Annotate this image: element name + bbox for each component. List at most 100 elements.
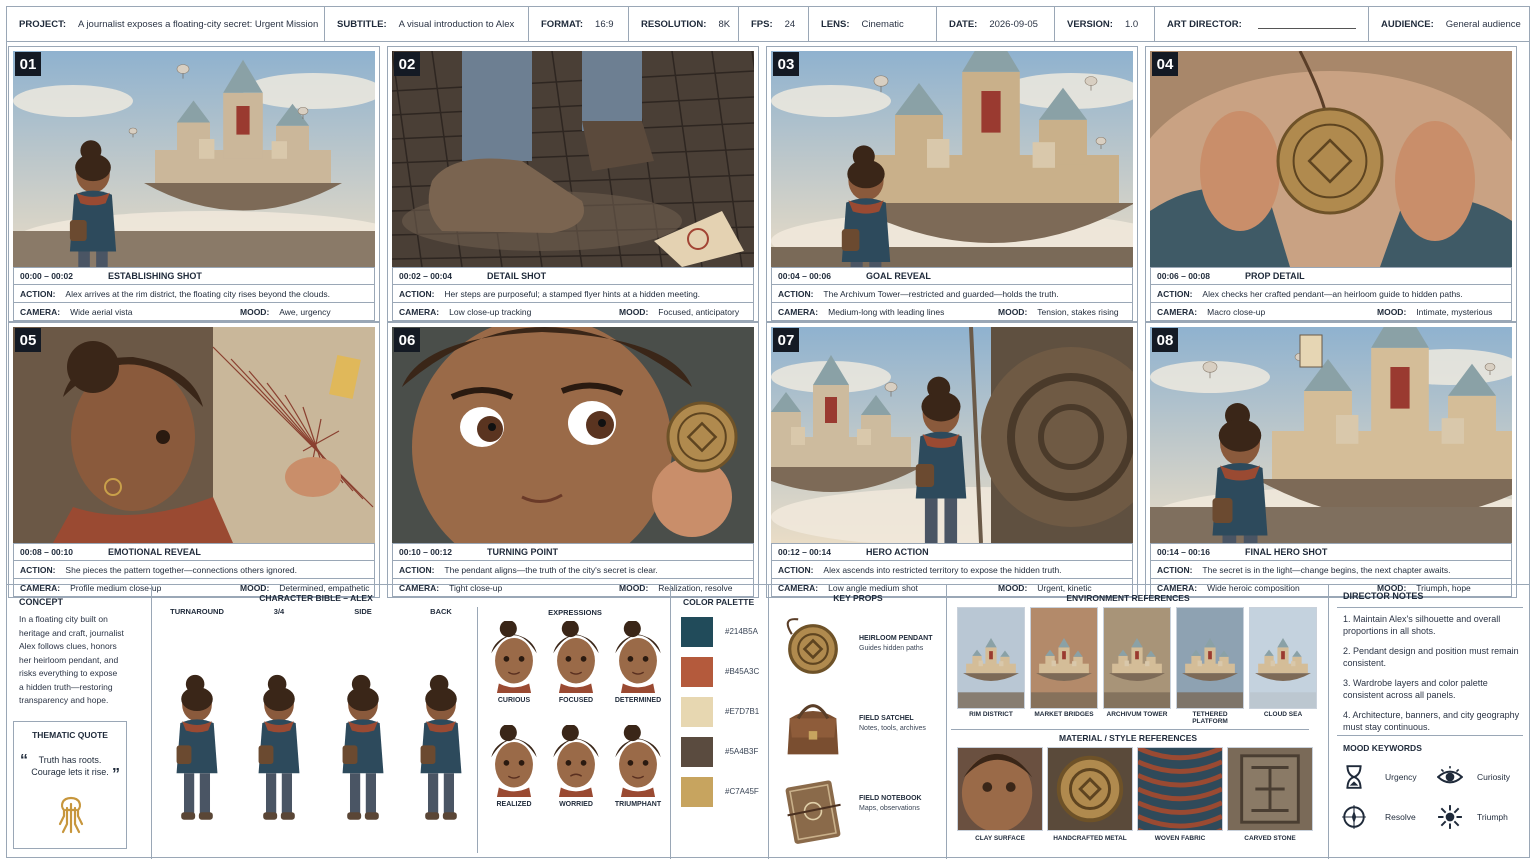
storyboard-panel-01[interactable]: 01 00:00 – 00:02 ESTABLISHING SHOT ACTIO… <box>8 46 380 322</box>
panel-timecode: 00:04 – 00:06 <box>778 271 831 281</box>
panel-number: 02 <box>394 52 420 76</box>
env-label: ARCHIVUM TOWER <box>1106 711 1168 718</box>
prop-item: HEIRLOOM PENDANT Guides hidden paths <box>777 613 943 689</box>
concept-line: her heirloom pendant, and <box>19 654 119 665</box>
panel-action-row: ACTION: The pendant aligns—the truth of … <box>392 561 754 579</box>
storyboard-panel-05[interactable]: 05 00:08 – 00:10 EMOTIONAL REVEAL ACTION… <box>8 322 380 598</box>
palette-hex: #B45A3C <box>725 667 760 676</box>
character-figure <box>342 674 384 820</box>
material-title: MATERIAL / STYLE REFERENCES <box>1058 733 1198 743</box>
env-reference: ARCHIVUM TOWER <box>1103 607 1171 725</box>
palette-hex: #214B5A <box>725 627 758 636</box>
panel-number: 08 <box>1152 328 1178 352</box>
director-note: 3. Wardrobe layers and color palette con… <box>1343 678 1488 700</box>
environment-section: ENVIRONMENT REFERENCES RIM DISTRICT MARK… <box>947 585 1329 859</box>
director-note: 2. Pendant design and position must rema… <box>1343 646 1519 668</box>
expression-label: FOCUSED <box>558 697 594 704</box>
open-quote-icon: “ <box>20 752 28 769</box>
panel-action-row: ACTION: Alex arrives at the rim district… <box>13 285 375 303</box>
panel-action: Alex arrives at the rim district, the fl… <box>65 288 330 299</box>
concept-text: In a floating city built on heritage and … <box>19 613 124 708</box>
mood-keyword: Curiosity <box>1437 763 1529 791</box>
expression-label: REALIZED <box>496 801 532 808</box>
panel-camera: Medium-long with leading lines <box>828 306 945 317</box>
storyboard-panel-04[interactable]: 04 00:06 – 00:08 PROP DETAIL ACTION: Ale… <box>1145 46 1517 322</box>
panel-shot-type: EMOTIONAL REVEAL <box>108 547 201 557</box>
close-quote-icon: ” <box>112 766 120 783</box>
material-reference: WOVEN FABRIC <box>1137 747 1223 851</box>
expression-face <box>553 620 599 693</box>
prop-name: HEIRLOOM PENDANT <box>859 635 933 642</box>
env-reference: RIM DISTRICT <box>957 607 1025 725</box>
expression-label: DETERMINED <box>614 697 662 704</box>
expressions-title: EXPRESSIONS <box>548 608 602 617</box>
eye-icon <box>1437 766 1463 784</box>
environment-title: ENVIRONMENT REFERENCES <box>1066 593 1190 603</box>
thematic-quote-box: THEMATIC QUOTE “ Truth has roots. Courag… <box>13 721 127 849</box>
storyboard-panel-08[interactable]: 08 00:14 – 00:16 FINAL HERO SHOT ACTION:… <box>1145 322 1517 598</box>
character-figure <box>420 674 462 820</box>
panel-header-row: 00:14 – 00:16 FINAL HERO SHOT <box>1150 543 1512 561</box>
view-label: SIDE <box>354 607 372 616</box>
panel-header-row: 00:12 – 00:14 HERO ACTION <box>771 543 1133 561</box>
panel-mood: Focused, anticipatory <box>658 306 740 317</box>
compass-icon <box>1342 805 1366 829</box>
panel-action-row: ACTION: Alex ascends into restricted ter… <box>771 561 1133 579</box>
mood-keyword-label: Resolve <box>1385 812 1416 822</box>
expression-face <box>491 620 537 693</box>
expression-focused: FOCUSED <box>547 620 605 717</box>
concept-line: transparency and hope. <box>19 695 109 705</box>
expression-realized: REALIZED <box>485 724 543 821</box>
mood-keyword-label: Triumph <box>1477 812 1508 822</box>
mood-keyword: Triumph <box>1437 803 1529 831</box>
panel-image <box>771 327 1133 543</box>
env-label: CLOUD SEA <box>1263 711 1303 718</box>
prop-item: FIELD SATCHEL Notes, tools, archives <box>777 693 943 769</box>
palette-swatch <box>681 657 713 687</box>
panel-action-row: ACTION: She pieces the pattern together—… <box>13 561 375 579</box>
action-label: ACTION: <box>399 564 435 575</box>
props-section: KEY PROPS HEIRLOOM PENDANT Guides hidden… <box>769 585 947 859</box>
view-label: 3/4 <box>273 607 285 616</box>
storyboard-panel-06[interactable]: 06 00:10 – 00:12 TURNING POINT ACTION: T… <box>387 322 759 598</box>
director-notes-section: DIRECTOR NOTES 1. Maintain Alex's silhou… <box>1329 585 1529 859</box>
material-label: CLAY SURFACE <box>975 835 1025 842</box>
env-thumbnail <box>1030 607 1098 709</box>
prop-desc: Guides hidden paths <box>859 645 924 652</box>
concept-section: CONCEPT In a floating city built on herit… <box>7 585 133 859</box>
panel-header-row: 00:02 – 00:04 DETAIL SHOT <box>392 267 754 285</box>
panel-action: The secret is in the light—change begins… <box>1202 564 1451 575</box>
panel-number: 04 <box>1152 52 1178 76</box>
prop-item: FIELD NOTEBOOK Maps, observations <box>777 773 943 849</box>
expression-worried: WORRIED <box>547 724 605 821</box>
env-label: MARKET BRIDGES <box>1034 711 1094 718</box>
reference-section: CONCEPT In a floating city built on herit… <box>6 584 1530 859</box>
panel-number: 03 <box>773 52 799 76</box>
panel-header-row: 00:06 – 00:08 PROP DETAIL <box>1150 267 1512 285</box>
panel-image <box>1150 51 1512 267</box>
panel-camera-row: CAMERA: Low close-up tracking MOOD: Focuse… <box>392 303 754 321</box>
env-thumbnail <box>1103 607 1171 709</box>
storyboard-panel-03[interactable]: 03 00:04 – 00:06 GOAL REVEAL ACTION: The… <box>766 46 1138 322</box>
action-label: ACTION: <box>20 288 56 299</box>
action-label: ACTION: <box>778 564 814 575</box>
palette-swatch <box>681 617 713 647</box>
camera-label: CAMERA: <box>20 306 61 317</box>
panel-image <box>1150 327 1512 543</box>
panel-image <box>392 327 754 543</box>
panel-shot-type: FINAL HERO SHOT <box>1245 547 1328 557</box>
panel-camera: Wide aerial vista <box>70 306 133 317</box>
env-label: RIM DISTRICT <box>969 711 1013 718</box>
storyboard-panel-02[interactable]: 02 00:02 – 00:04 DETAIL SHOT ACTION: Her… <box>387 46 759 322</box>
expression-triumphant: TRIUMPHANT <box>609 724 667 821</box>
prop-name: FIELD SATCHEL <box>859 715 914 722</box>
storyboard-panel-07[interactable]: 07 00:12 – 00:14 HERO ACTION ACTION: Ale… <box>766 322 1138 598</box>
concept-line: In a floating city built on <box>19 614 108 624</box>
expression-determined: DETERMINED <box>609 620 667 717</box>
character-bible-section: CHARACTER BIBLE – ALEX TURNAROUND 3/4 SI… <box>141 585 671 859</box>
concept-line: heritage and craft, journalist <box>19 627 124 638</box>
quote-line-2: Courage lets it rise. <box>31 767 109 777</box>
action-label: ACTION: <box>20 564 56 575</box>
panel-action-row: ACTION: Alex checks her crafted pendant—… <box>1150 285 1512 303</box>
expression-face <box>491 724 537 797</box>
